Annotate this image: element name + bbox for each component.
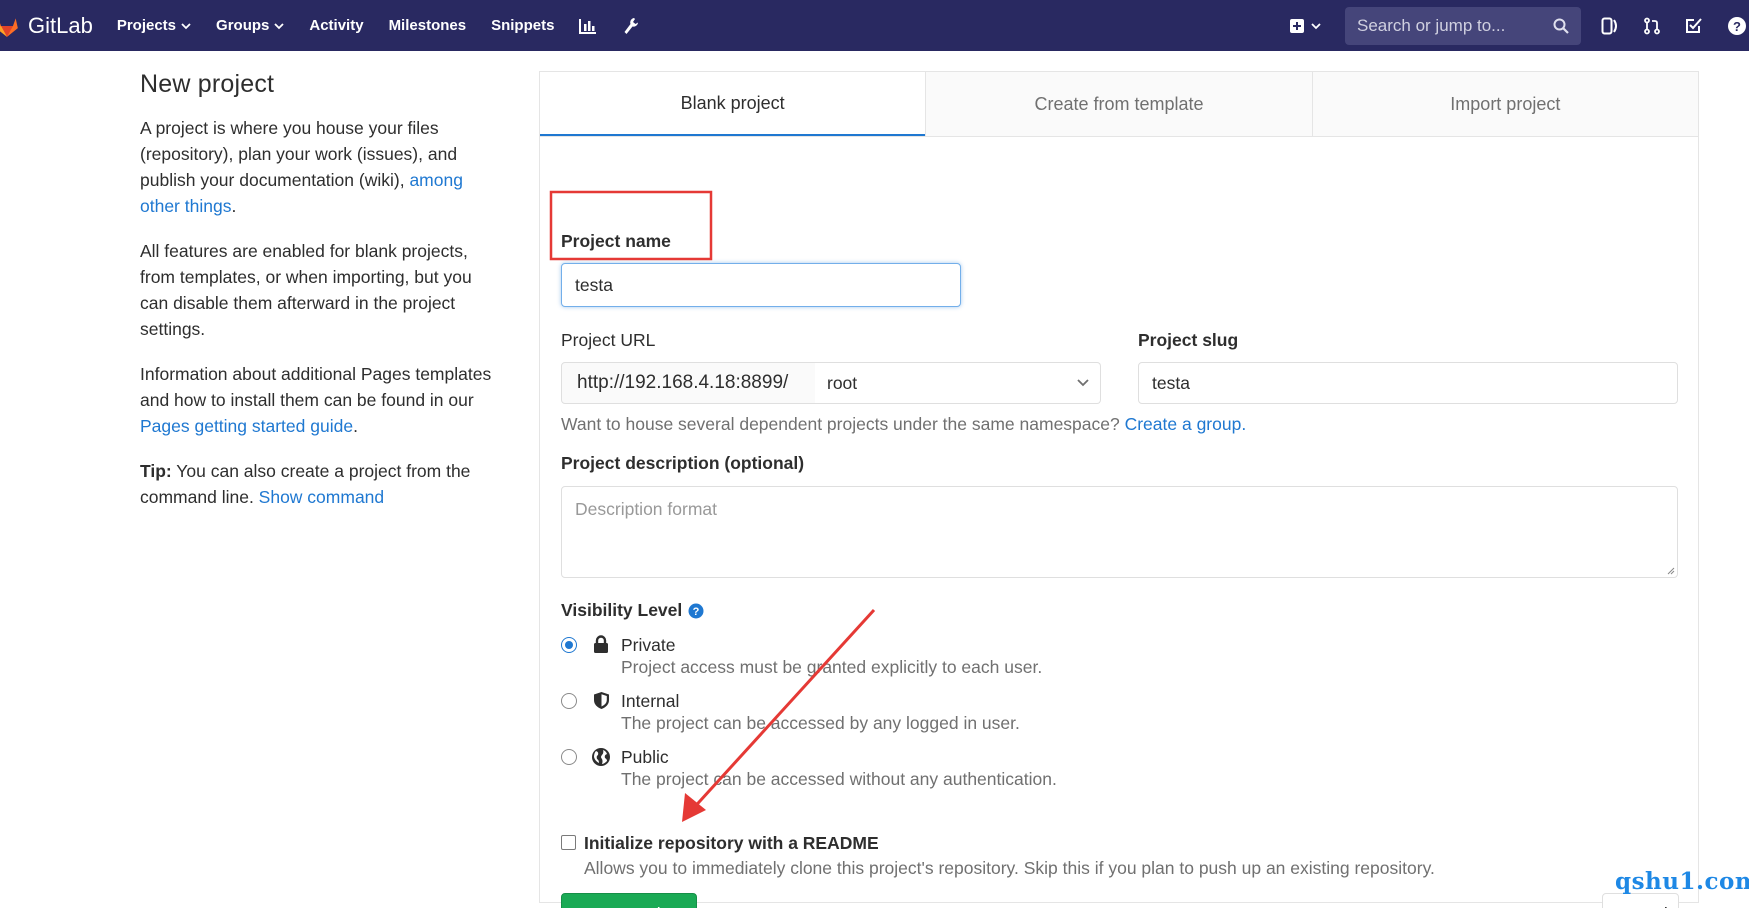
show-command-link[interactable]: Show command [259, 487, 384, 507]
question-circle-icon[interactable]: ? [688, 603, 704, 619]
public-desc: The project can be accessed without any … [621, 769, 1057, 789]
nav-groups[interactable]: Groups [216, 17, 285, 34]
sidebar-toggle-icon[interactable] [1601, 17, 1619, 35]
wrench-icon[interactable] [623, 17, 639, 35]
chevron-down-icon [1311, 22, 1321, 29]
visibility-label-text: Visibility Level [561, 600, 683, 620]
chevron-down-icon [181, 22, 191, 29]
radio-private[interactable] [561, 637, 577, 653]
tab-create-from-template[interactable]: Create from template [925, 72, 1312, 136]
new-project-sidebar: New project A project is where you house… [140, 70, 500, 529]
new-project-panel: Blank project Create from template Impor… [539, 71, 1699, 908]
page-title: New project [140, 70, 275, 98]
search-icon [1553, 18, 1569, 34]
tab-import-project[interactable]: Import project [1311, 72, 1698, 136]
visibility-option-public[interactable]: Public The project can be accessed witho… [561, 746, 1057, 790]
description-placeholder: Description format [575, 499, 717, 519]
create-group-link[interactable]: Create a group. [1125, 414, 1247, 434]
sidebar-pages-info: Information about additional Pages templ… [140, 361, 500, 439]
nav-projects-label: Projects [116, 17, 177, 34]
radio-public[interactable] [561, 749, 577, 765]
new-dropdown-button[interactable] [1289, 18, 1321, 34]
public-title: Public [621, 747, 669, 767]
top-navbar: GitLab Projects Groups Activity Mileston… [0, 0, 1749, 51]
gitlab-logo-icon [0, 17, 18, 37]
nav-projects[interactable]: Projects [117, 17, 191, 34]
sidebar-intro-end: . [231, 196, 237, 216]
visibility-option-internal[interactable]: Internal The project can be accessed by … [561, 690, 1020, 734]
namespace-value: root [827, 372, 858, 393]
sidebar-pages-text: Information about additional Pages templ… [140, 364, 492, 410]
tip-label: Tip: [140, 461, 172, 481]
plus-square-icon [1290, 18, 1304, 33]
chart-icon[interactable] [579, 18, 597, 34]
watermark-text: qshu1.com [1615, 868, 1749, 895]
project-slug-label: Project slug [1138, 330, 1239, 350]
svg-text:?: ? [693, 606, 700, 618]
namespace-help: Want to house several dependent projects… [561, 414, 1246, 435]
readme-checkbox[interactable] [561, 835, 576, 850]
shield-icon [591, 691, 611, 710]
visibility-option-private[interactable]: Private Project access must be granted e… [561, 634, 1042, 678]
help-icon[interactable]: ? [1727, 16, 1747, 36]
readme-desc: Allows you to immediately clone this pro… [584, 858, 1435, 878]
nav-milestones[interactable]: Milestones [389, 17, 467, 34]
project-url-label: Project URL [561, 330, 656, 350]
sidebar-tip: Tip: You can also create a project from … [140, 458, 500, 510]
sidebar-pages-end: . [353, 416, 358, 436]
cancel-button[interactable]: Cancel [1602, 893, 1679, 908]
project-name-input[interactable]: testa [561, 263, 961, 307]
svg-text:?: ? [1733, 19, 1741, 34]
nav-groups-label: Groups [216, 17, 270, 34]
visibility-level-label: Visibility Level ? [561, 600, 704, 621]
private-title: Private [621, 635, 676, 655]
internal-title: Internal [621, 691, 680, 711]
chevron-down-icon [274, 22, 285, 29]
sidebar-intro: A project is where you house your files … [140, 115, 500, 219]
radio-internal[interactable] [561, 693, 577, 709]
lock-icon [591, 635, 611, 654]
pages-guide-link[interactable]: Pages getting started guide [140, 416, 353, 436]
description-label: Project description (optional) [561, 453, 805, 473]
readme-label: Initialize repository with a README [584, 833, 879, 853]
todo-icon[interactable] [1685, 17, 1703, 35]
nav-snippets[interactable]: Snippets [491, 17, 554, 34]
merge-request-icon[interactable] [1643, 17, 1661, 35]
globe-icon [591, 747, 611, 767]
search-input[interactable]: Search or jump to... [1345, 6, 1581, 45]
create-project-button[interactable]: Create project [561, 893, 697, 908]
tab-blank-project[interactable]: Blank project [540, 72, 926, 136]
project-name-label: Project name [561, 231, 671, 251]
internal-desc: The project can be accessed by any logge… [621, 713, 1020, 733]
search-placeholder: Search or jump to... [1357, 15, 1506, 35]
project-url-prefix: http://192.168.4.18:8899/ [561, 362, 816, 404]
project-slug-input[interactable]: testa [1138, 362, 1678, 404]
private-desc: Project access must be granted explicitl… [621, 657, 1043, 677]
resize-handle-icon[interactable] [1665, 565, 1675, 575]
namespace-help-text: Want to house several dependent projects… [561, 414, 1125, 434]
brand-name: GitLab [28, 12, 93, 38]
sidebar-features: All features are enabled for blank proje… [140, 241, 472, 339]
namespace-select[interactable]: root [815, 362, 1101, 404]
readme-option[interactable]: Initialize repository with a README Allo… [561, 832, 1435, 880]
description-textarea[interactable]: Description format [561, 486, 1678, 578]
project-tabs: Blank project Create from template Impor… [540, 72, 1698, 137]
gitlab-home-link[interactable]: GitLab [0, 0, 93, 51]
nav-activity[interactable]: Activity [309, 17, 363, 34]
chevron-down-icon [1077, 379, 1089, 387]
